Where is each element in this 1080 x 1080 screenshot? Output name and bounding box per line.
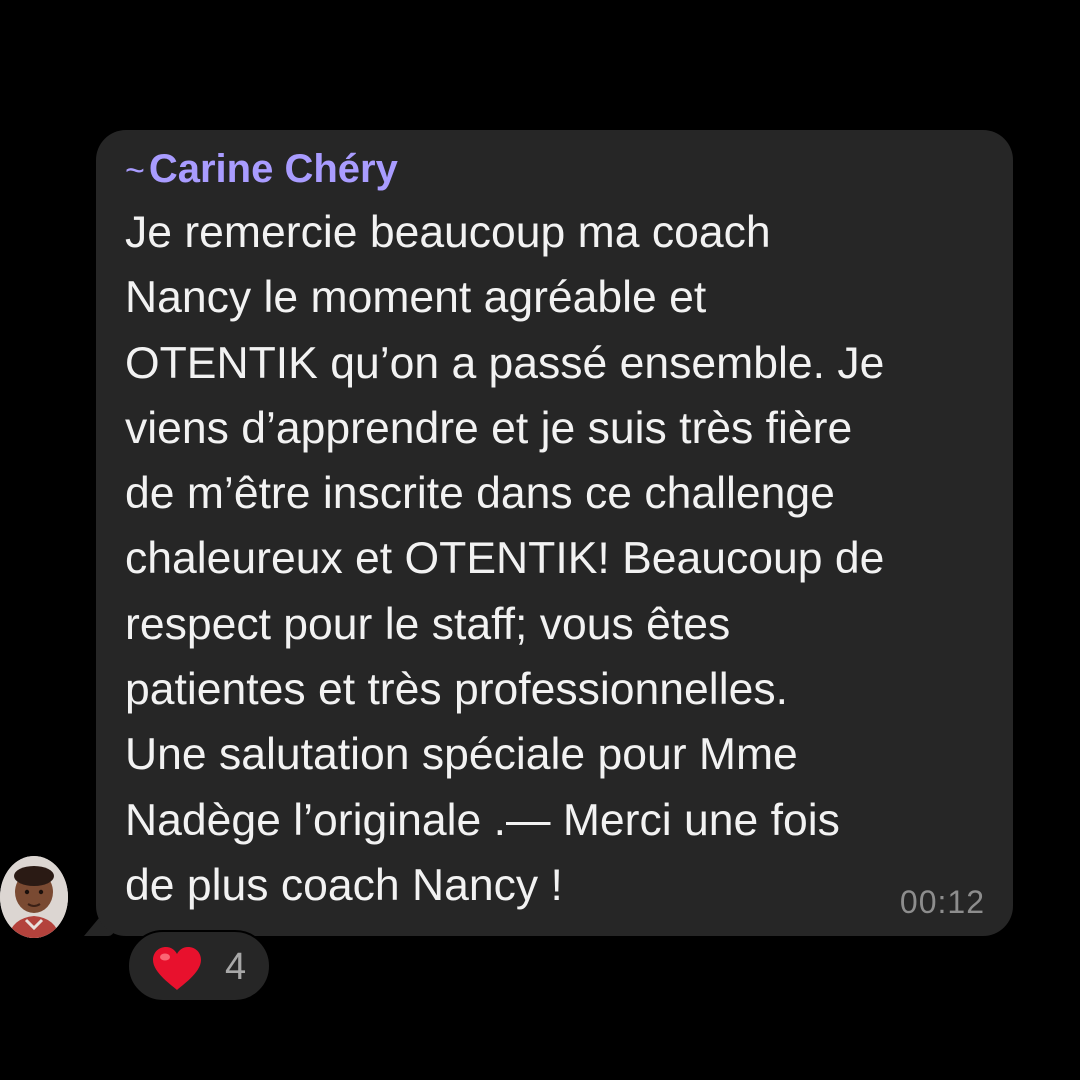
- avatar-image: [0, 856, 68, 938]
- message-timestamp: 00:12: [899, 884, 985, 920]
- message-line: respect pour le staff; vous êtes: [125, 599, 731, 649]
- reaction-pill[interactable]: 4: [127, 930, 271, 1002]
- message-line: patientes et très professionnelles.: [125, 665, 788, 715]
- message-line: chaleureux et OTENTIK! Beaucoup de: [125, 534, 885, 584]
- message-line: Je remercie beaucoup ma coach: [125, 208, 771, 257]
- sender-name-text: Carine Chéry: [148, 147, 398, 191]
- sender-name[interactable]: ~ Carine Chéry: [125, 143, 398, 197]
- message-line: de m’être inscrite dans ce challenge: [125, 469, 835, 519]
- message-line: viens d’apprendre et je suis très fière: [125, 403, 853, 453]
- chat-screen: ~ Carine Chéry Je remercie beaucoup ma co…: [0, 0, 1080, 1080]
- message-line: Une salutation spéciale pour Mme: [125, 730, 798, 780]
- reaction-count: 4: [225, 946, 247, 988]
- message-text: Je remercie beaucoup ma coach Nancy le m…: [125, 200, 995, 918]
- sender-prefix: ~: [125, 152, 145, 190]
- message-line: Nadège l’originale .— Merci une fois: [125, 795, 840, 845]
- avatar[interactable]: [0, 856, 68, 938]
- message-line: OTENTIK qu’on a passé ensemble. Je: [125, 338, 885, 388]
- message-line: Nancy le moment agréable et: [125, 273, 707, 323]
- message-line: de plus coach Nancy !: [125, 860, 563, 910]
- heart-icon: [153, 947, 201, 990]
